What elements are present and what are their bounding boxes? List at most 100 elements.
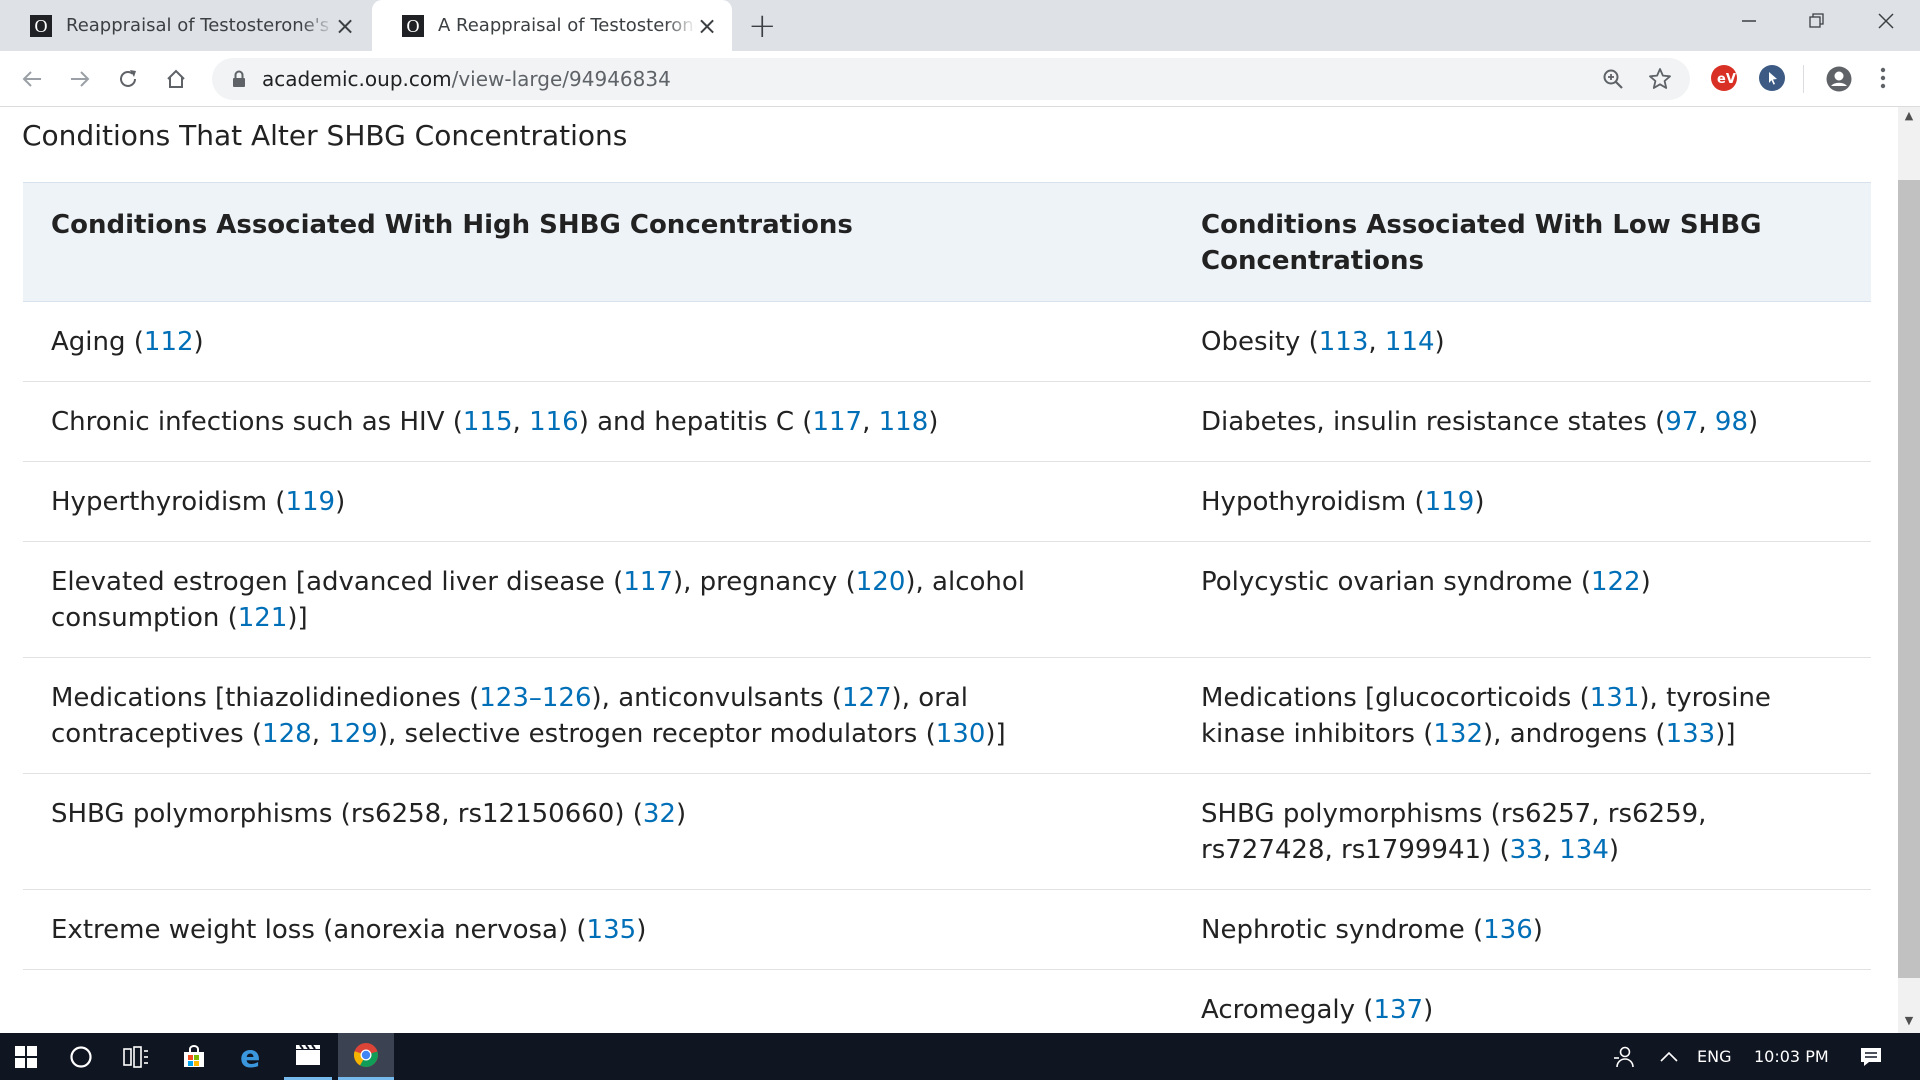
- reference-link[interactable]: 132: [1433, 719, 1483, 749]
- clock-time[interactable]: 10:03 PM: [1754, 1033, 1829, 1080]
- cell-low-shbg: Nephrotic syndrome (136): [1173, 889, 1871, 970]
- reference-link[interactable]: 120: [856, 567, 906, 597]
- reference-link[interactable]: 135: [587, 915, 637, 945]
- reference-link[interactable]: 128: [262, 719, 312, 749]
- reference-link[interactable]: 133: [1666, 719, 1716, 749]
- extension-cursor-icon[interactable]: [1759, 65, 1785, 91]
- cortana-search-icon[interactable]: [57, 1033, 105, 1080]
- edge-icon[interactable]: e: [228, 1033, 276, 1080]
- table-row: Aging (112) Obesity (113, 114): [23, 301, 1871, 382]
- cell-text: Medications [thiazolidinediones (: [51, 683, 480, 713]
- header-low-shbg: Conditions Associated With Low SHBG Conc…: [1173, 182, 1871, 302]
- reference-link[interactable]: 97: [1665, 407, 1698, 437]
- url-path: /view-large/94946834: [451, 67, 671, 91]
- start-windows-icon[interactable]: [0, 1033, 52, 1080]
- reference-link[interactable]: 129: [328, 719, 378, 749]
- reference-link[interactable]: 112: [144, 327, 194, 357]
- cell-text: ,: [1698, 407, 1715, 437]
- notification-center-icon[interactable]: [1851, 1033, 1891, 1080]
- reference-link[interactable]: 114: [1385, 327, 1435, 357]
- tab-title: A Reappraisal of Testosterone's B: [438, 15, 696, 36]
- cell-text: Aging (: [51, 327, 144, 357]
- toolbar-divider: [1803, 65, 1804, 93]
- cell-text: ), selective estrogen receptor modulator…: [377, 719, 936, 749]
- reload-icon[interactable]: [108, 51, 148, 106]
- cell-text: Hypothyroidism (: [1201, 487, 1425, 517]
- cell-low-shbg: SHBG polymorphisms (rs6257, rs6259, rs72…: [1173, 773, 1871, 890]
- cell-text: ,: [862, 407, 879, 437]
- reference-link[interactable]: 117: [812, 407, 862, 437]
- cell-text: ,: [1542, 835, 1560, 865]
- forward-icon[interactable]: [60, 51, 100, 106]
- reference-link[interactable]: 98: [1715, 407, 1748, 437]
- profile-avatar-icon[interactable]: [1825, 65, 1852, 92]
- reference-link[interactable]: 136: [1483, 915, 1533, 945]
- cell-low-shbg: Hypothyroidism (119): [1173, 461, 1871, 542]
- back-icon[interactable]: [12, 51, 52, 106]
- cell-text: ): [1608, 835, 1620, 865]
- restore-icon[interactable]: [1793, 0, 1841, 42]
- extension-red-icon[interactable]: eV: [1711, 65, 1737, 91]
- zoom-icon[interactable]: [1602, 68, 1624, 94]
- reference-link[interactable]: 115: [463, 407, 513, 437]
- cell-text: ): [1434, 327, 1445, 357]
- table-row: Hyperthyroidism (119) Hypothyroidism (119…: [23, 461, 1871, 542]
- reference-link[interactable]: 116: [529, 407, 579, 437]
- cell-high-shbg: Extreme weight loss (anorexia nervosa) (…: [23, 889, 1173, 970]
- task-view-icon[interactable]: [112, 1033, 160, 1080]
- reference-link[interactable]: 117: [623, 567, 673, 597]
- cell-text: ,: [1368, 327, 1385, 357]
- home-icon[interactable]: [156, 51, 196, 106]
- tab-1[interactable]: O Reappraisal of Testosterone's Bin ×: [0, 0, 370, 51]
- reference-link[interactable]: 119: [1425, 487, 1475, 517]
- close-tab-icon[interactable]: ×: [696, 12, 718, 40]
- cell-text: SHBG polymorphisms (rs6257, rs6259, rs72…: [1201, 799, 1707, 865]
- video-editor-icon[interactable]: [284, 1033, 332, 1080]
- cell-high-shbg: SHBG polymorphisms (rs6258, rs12150660) …: [23, 773, 1173, 890]
- header-high-shbg: Conditions Associated With High SHBG Con…: [23, 182, 1173, 302]
- minimize-icon[interactable]: [1725, 0, 1773, 42]
- scroll-down-arrow-icon[interactable]: ▼: [1898, 1014, 1920, 1034]
- cell-text: ) and hepatitis C (: [578, 407, 813, 437]
- cell-text: ), androgens (: [1483, 719, 1666, 749]
- reference-link[interactable]: 122: [1591, 567, 1641, 597]
- tab-strip: O Reappraisal of Testosterone's Bin × O …: [0, 0, 1920, 51]
- cell-high-shbg: Elevated estrogen [advanced liver diseas…: [23, 541, 1173, 658]
- tab-2[interactable]: O A Reappraisal of Testosterone's B ×: [372, 0, 732, 51]
- reference-link[interactable]: 130: [936, 719, 986, 749]
- input-language[interactable]: ENG: [1697, 1033, 1731, 1080]
- reference-link[interactable]: 137: [1373, 995, 1423, 1025]
- scrollbar-thumb[interactable]: [1898, 180, 1920, 978]
- new-tab-icon[interactable]: +: [748, 6, 777, 46]
- bookmark-star-icon[interactable]: [1648, 67, 1672, 95]
- reference-link[interactable]: 121: [238, 603, 288, 633]
- reference-link[interactable]: 131: [1590, 683, 1640, 713]
- reference-link[interactable]: 123–126: [479, 683, 591, 713]
- reference-link[interactable]: 32: [643, 799, 676, 829]
- reference-link[interactable]: 134: [1559, 835, 1609, 865]
- menu-kebab-icon[interactable]: [1876, 65, 1890, 91]
- table-row: Medications [thiazolidinediones (123–126…: [23, 657, 1871, 774]
- chrome-taskbar-icon[interactable]: [338, 1033, 394, 1080]
- reference-link[interactable]: 113: [1319, 327, 1369, 357]
- store-icon[interactable]: [170, 1033, 218, 1080]
- cell-text: Extreme weight loss (anorexia nervosa) (: [51, 915, 587, 945]
- cell-text: Acromegaly (: [1201, 995, 1374, 1025]
- cell-text: ,: [512, 407, 530, 437]
- cell-high-shbg: Aging (112): [23, 301, 1173, 382]
- close-window-icon[interactable]: [1862, 0, 1910, 42]
- reference-link[interactable]: 118: [879, 407, 929, 437]
- cell-high-shbg: Hyperthyroidism (119): [23, 461, 1173, 542]
- address-bar[interactable]: academic.oup.com/view-large/94946834: [212, 58, 1690, 100]
- reference-link[interactable]: 119: [285, 487, 335, 517]
- tab-title: Reappraisal of Testosterone's Bin: [66, 15, 334, 36]
- lock-icon[interactable]: [232, 70, 246, 92]
- people-icon[interactable]: [1604, 1033, 1644, 1080]
- cell-text: Elevated estrogen [advanced liver diseas…: [51, 567, 624, 597]
- cell-low-shbg: Medications [glucocorticoids (131), tyro…: [1173, 657, 1871, 774]
- scroll-up-arrow-icon[interactable]: ▲: [1898, 109, 1920, 129]
- reference-link[interactable]: 127: [842, 683, 892, 713]
- close-tab-icon[interactable]: ×: [334, 12, 356, 40]
- reference-link[interactable]: 33: [1510, 835, 1543, 865]
- show-hidden-icons-chevron-icon[interactable]: [1651, 1033, 1687, 1080]
